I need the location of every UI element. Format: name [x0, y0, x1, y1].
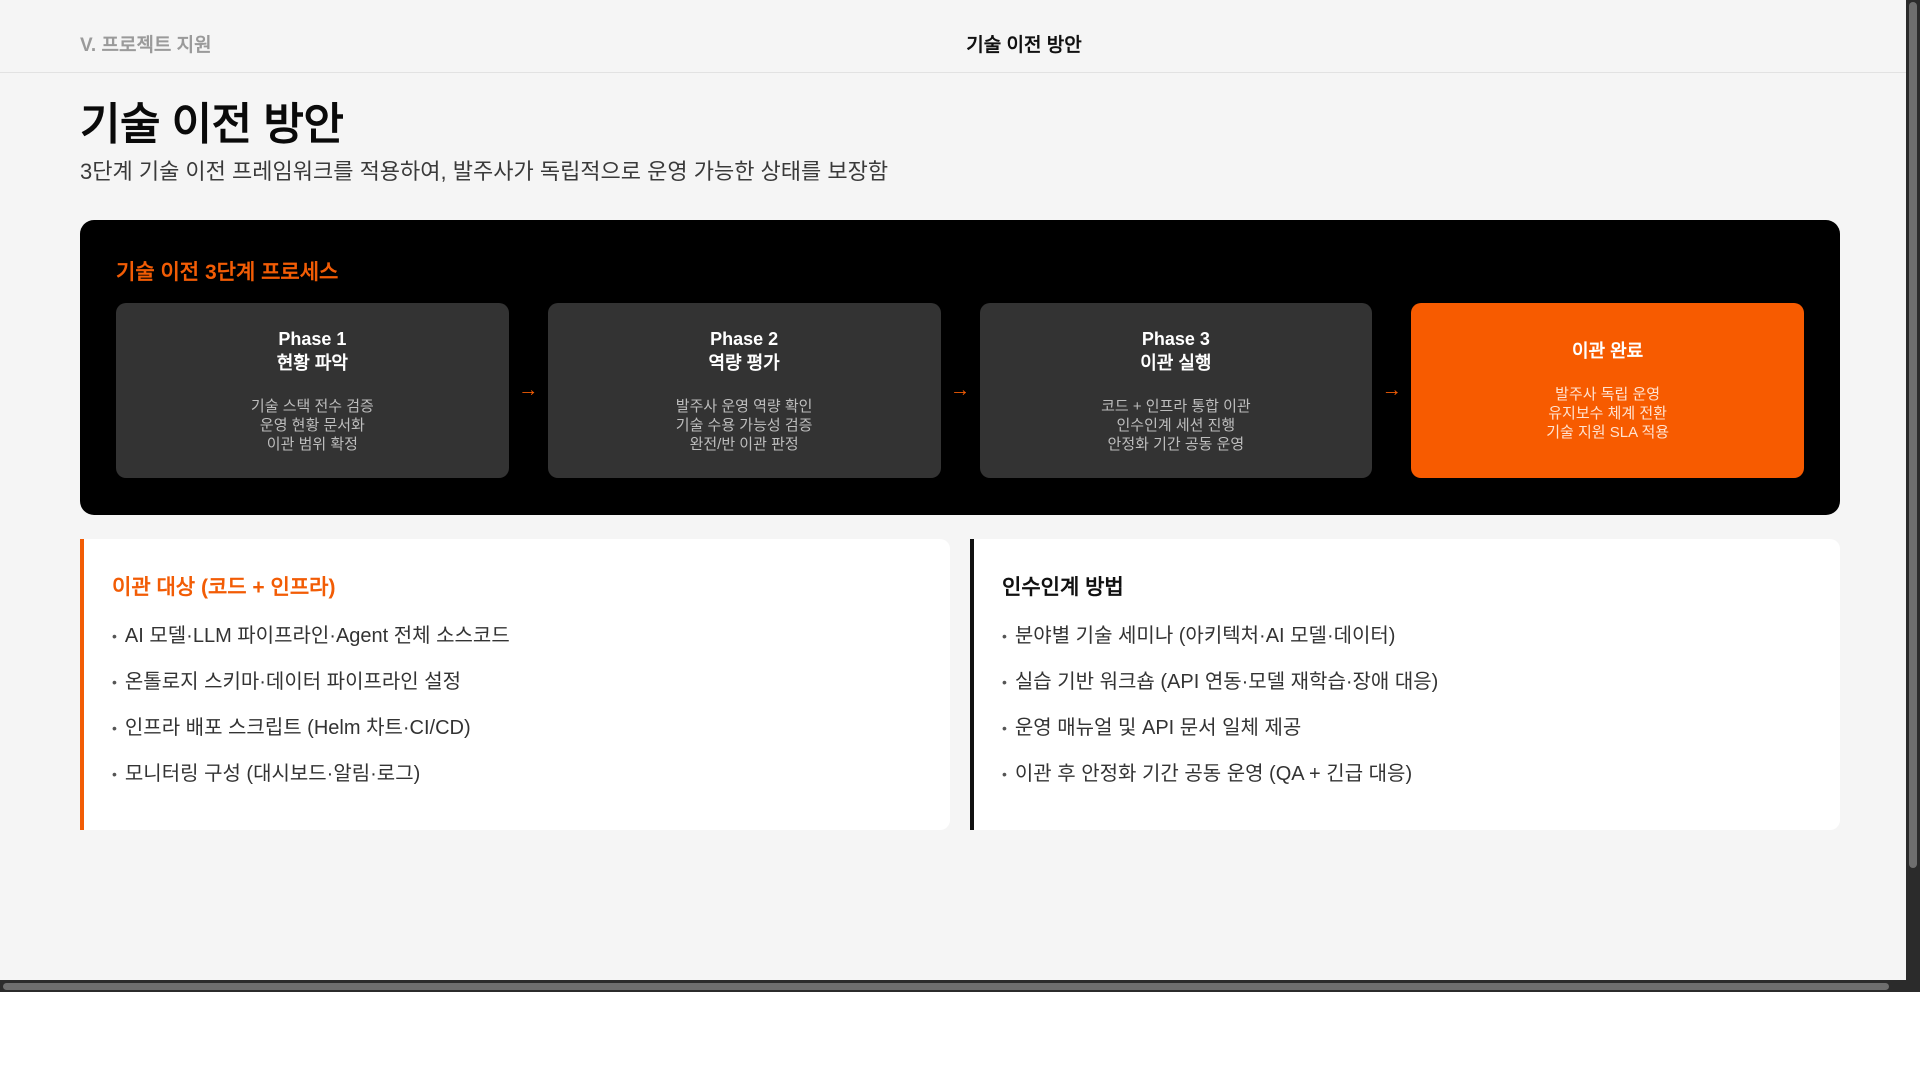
transfer-targets-card: 이관 대상 (코드 + 인프라) • AI 모델·LLM 파이프라인·Agent …	[80, 539, 950, 830]
list-item-text: 분야별 기술 세미나 (아키텍처·AI 모델·데이터)	[1014, 625, 1396, 647]
list-item-text: 모니터링 구성 (대시보드·알림·로그)	[124, 763, 421, 785]
bullet-icon: •	[112, 720, 117, 736]
bullet-icon: •	[1002, 720, 1007, 736]
phase-complete-title: 이관 완료	[1572, 341, 1644, 361]
phase-2-title: 역량 평가	[708, 353, 780, 373]
phase-card-1: Phase 1 현황 파악 기술 스택 전수 검증 운영 현황 문서화 이관 범…	[116, 303, 509, 478]
list-item-text: 운영 매뉴얼 및 API 문서 일체 제공	[1014, 717, 1302, 739]
bullet-icon: •	[1002, 674, 1007, 690]
bullet-icon: •	[1002, 766, 1007, 782]
vertical-scrollbar-thumb[interactable]	[1909, 2, 1917, 868]
bullet-icon: •	[1002, 628, 1007, 644]
phase-2-desc-line: 발주사 운영 역량 확인	[675, 398, 813, 415]
phase-card-complete: 이관 완료 발주사 독립 운영 유지보수 체계 전환 기술 지원 SLA 적용	[1411, 303, 1805, 478]
phase-3-desc-line: 인수인계 세션 진행	[1116, 417, 1236, 434]
arrow-right-icon: →	[1381, 379, 1402, 401]
phase-1-title: 현황 파악	[276, 353, 348, 373]
list-item: • 이관 후 안정화 기간 공동 운영 (QA + 긴급 대응)	[1002, 759, 1438, 805]
list-item: • AI 모델·LLM 파이프라인·Agent 전체 소스코드	[112, 621, 510, 667]
phase-complete-description: 발주사 독립 운영 유지보수 체계 전환 기술 지원 SLA 적용	[1546, 385, 1669, 442]
list-item-text: 인프라 배포 스크립트 (Helm 차트·CI/CD)	[124, 717, 471, 739]
process-title: 기술 이전 3단계 프로세스	[116, 261, 339, 284]
list-item-text: 실습 기반 워크숍 (API 연동·모델 재학습·장애 대응)	[1014, 671, 1439, 693]
handover-methods-list: • 분야별 기술 세미나 (아키텍처·AI 모델·데이터) • 실습 기반 워크숍 …	[1002, 621, 1438, 805]
arrow-right-icon: →	[950, 379, 970, 401]
list-item-text: 온톨로지 스키마·데이터 파이프라인 설정	[124, 671, 462, 693]
list-item: • 분야별 기술 세미나 (아키텍처·AI 모델·데이터)	[1002, 621, 1438, 667]
list-item: • 운영 매뉴얼 및 API 문서 일체 제공	[1002, 713, 1438, 759]
phase-card-3: Phase 3 이관 실행 코드 + 인프라 통합 이관 인수인계 세션 진행 …	[979, 303, 1373, 478]
phase-3-description: 코드 + 인프라 통합 이관 인수인계 세션 진행 안정화 기간 공동 운영	[1101, 397, 1251, 454]
list-item-text: 이관 후 안정화 기간 공동 운영 (QA + 긴급 대응)	[1014, 763, 1413, 785]
handover-methods-title: 인수인계 방법	[1002, 576, 1124, 599]
bullet-icon: •	[112, 674, 117, 690]
page-subtitle: 3단계 기술 이전 프레임워크를 적용하여, 발주사가 독립적으로 운영 가능한…	[80, 159, 889, 184]
list-item: • 인프라 배포 스크립트 (Helm 차트·CI/CD)	[112, 713, 510, 759]
top-bar: V. 프로젝트 지원 기술 이전 방안	[0, 0, 1906, 73]
list-item: • 모니터링 구성 (대시보드·알림·로그)	[112, 759, 510, 805]
phase-2-description: 발주사 운영 역량 확인 기술 수용 가능성 검증 완전/반 이관 판정	[676, 397, 813, 454]
list-item: • 실습 기반 워크숍 (API 연동·모델 재학습·장애 대응)	[1002, 667, 1438, 713]
phase-2-desc-line: 기술 수용 가능성 검증	[675, 417, 813, 434]
phase-complete-desc-line: 유지보수 체계 전환	[1548, 405, 1667, 422]
phase-1-desc-line: 기술 스택 전수 검증	[250, 398, 374, 415]
phase-2-name: Phase 2	[710, 329, 779, 349]
header-title: 기술 이전 방안	[966, 35, 1082, 56]
horizontal-scrollbar-thumb[interactable]	[3, 983, 1889, 990]
phase-complete-desc-line: 발주사 독립 운영	[1555, 386, 1661, 403]
phase-card-2: Phase 2 역량 평가 발주사 운영 역량 확인 기술 수용 가능성 검증 …	[547, 303, 941, 478]
phase-3-name: Phase 3	[1141, 329, 1210, 349]
bullet-icon: •	[112, 766, 117, 782]
transfer-targets-list: • AI 모델·LLM 파이프라인·Agent 전체 소스코드 • 온톨로지 스키마…	[112, 621, 510, 805]
phase-1-desc-line: 운영 현황 문서화	[259, 417, 365, 434]
list-item-text: AI 모델·LLM 파이프라인·Agent 전체 소스코드	[124, 625, 510, 647]
bullet-icon: •	[112, 628, 117, 644]
phase-1-desc-line: 이관 범위 확정	[266, 436, 358, 453]
phase-2-desc-line: 완전/반 이관 판정	[689, 436, 799, 453]
list-item: • 온톨로지 스키마·데이터 파이프라인 설정	[112, 667, 510, 713]
process-panel: 기술 이전 3단계 프로세스 Phase 1 현황 파악 기술 스택 전수 검증…	[80, 220, 1840, 515]
phase-3-title: 이관 실행	[1140, 353, 1212, 373]
phase-1-name: Phase 1	[278, 329, 347, 349]
arrow-right-icon: →	[518, 379, 539, 401]
phase-3-desc-line: 코드 + 인프라 통합 이관	[1101, 398, 1251, 415]
slide-viewport: V. 프로젝트 지원 기술 이전 방안 기술 이전 방안 3단계 기술 이전 프…	[0, 0, 1906, 980]
phase-complete-desc-line: 기술 지원 SLA 적용	[1546, 424, 1670, 441]
phase-3-desc-line: 안정화 기간 공동 운영	[1107, 436, 1245, 453]
handover-methods-card: 인수인계 방법 • 분야별 기술 세미나 (아키텍처·AI 모델·데이터) • 실습…	[970, 539, 1840, 830]
phase-1-description: 기술 스택 전수 검증 운영 현황 문서화 이관 범위 확정	[251, 397, 374, 454]
phase-row: Phase 1 현황 파악 기술 스택 전수 검증 운영 현황 문서화 이관 범…	[116, 303, 1805, 478]
transfer-targets-title: 이관 대상 (코드 + 인프라)	[112, 576, 336, 599]
page-title: 기술 이전 방안	[80, 100, 344, 149]
